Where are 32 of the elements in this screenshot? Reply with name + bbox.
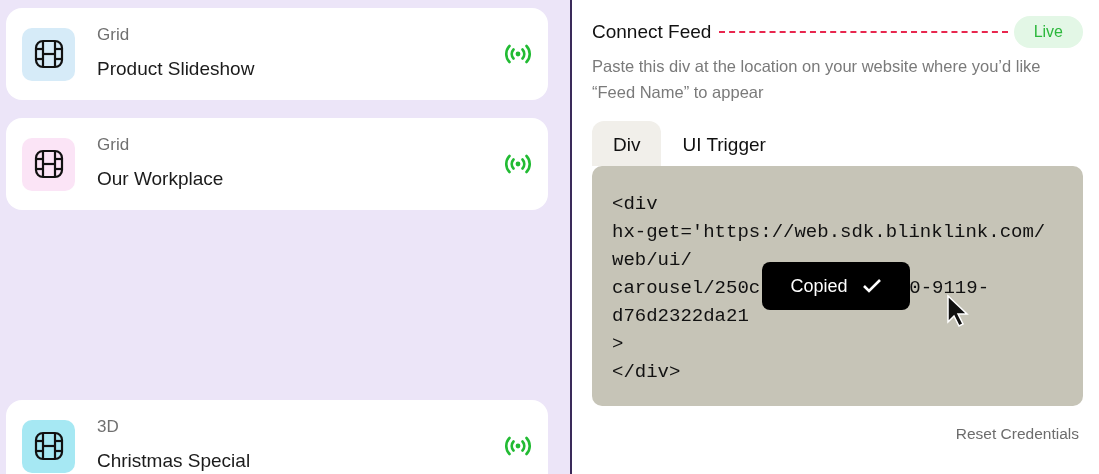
film-icon xyxy=(33,431,64,461)
cursor-icon xyxy=(946,293,970,328)
copied-tooltip: Copied xyxy=(762,261,910,310)
check-icon xyxy=(861,277,882,294)
code-text: d76d2322da21 xyxy=(612,304,749,327)
feed-name: Our Workplace xyxy=(97,166,225,191)
code-text: <div xyxy=(612,192,658,215)
feed-name: Product Slideshow xyxy=(97,56,256,81)
code-text: hx-get='https://web.sdk.blinklink.com/ xyxy=(612,220,1046,243)
broadcast-icon xyxy=(504,435,532,457)
feed-name: Christmas Special xyxy=(97,448,252,473)
code-text: > xyxy=(612,332,624,355)
tab[interactable]: Div xyxy=(592,121,662,166)
feed-card[interactable]: Grid Our Workplace xyxy=(6,118,548,210)
code-text: </div> xyxy=(612,360,681,383)
feed-type: Grid xyxy=(97,24,131,45)
section-title: Connect Feed xyxy=(592,19,712,44)
status-pill: Live xyxy=(1013,16,1083,48)
broadcast-icon xyxy=(504,153,532,175)
feed-type: Grid xyxy=(97,134,131,155)
broadcast-icon xyxy=(504,43,532,65)
feed-type: 3D xyxy=(97,416,120,437)
code-text: 0-9119- xyxy=(909,276,990,299)
reset-link[interactable]: Reset Credentials xyxy=(955,421,1079,445)
feed-card[interactable]: 3D Christmas Special xyxy=(6,400,548,474)
code-text: web/ui/ xyxy=(612,248,692,271)
film-icon xyxy=(33,39,64,69)
tab[interactable]: UI Trigger xyxy=(661,121,787,166)
feed-card[interactable]: Grid Product Slideshow xyxy=(6,8,548,100)
film-icon xyxy=(33,149,64,179)
description-text: Paste this div at the location on your website where you’d like “Feed Name” to appear xyxy=(592,56,1042,103)
code-text: carousel/250c xyxy=(612,276,761,299)
